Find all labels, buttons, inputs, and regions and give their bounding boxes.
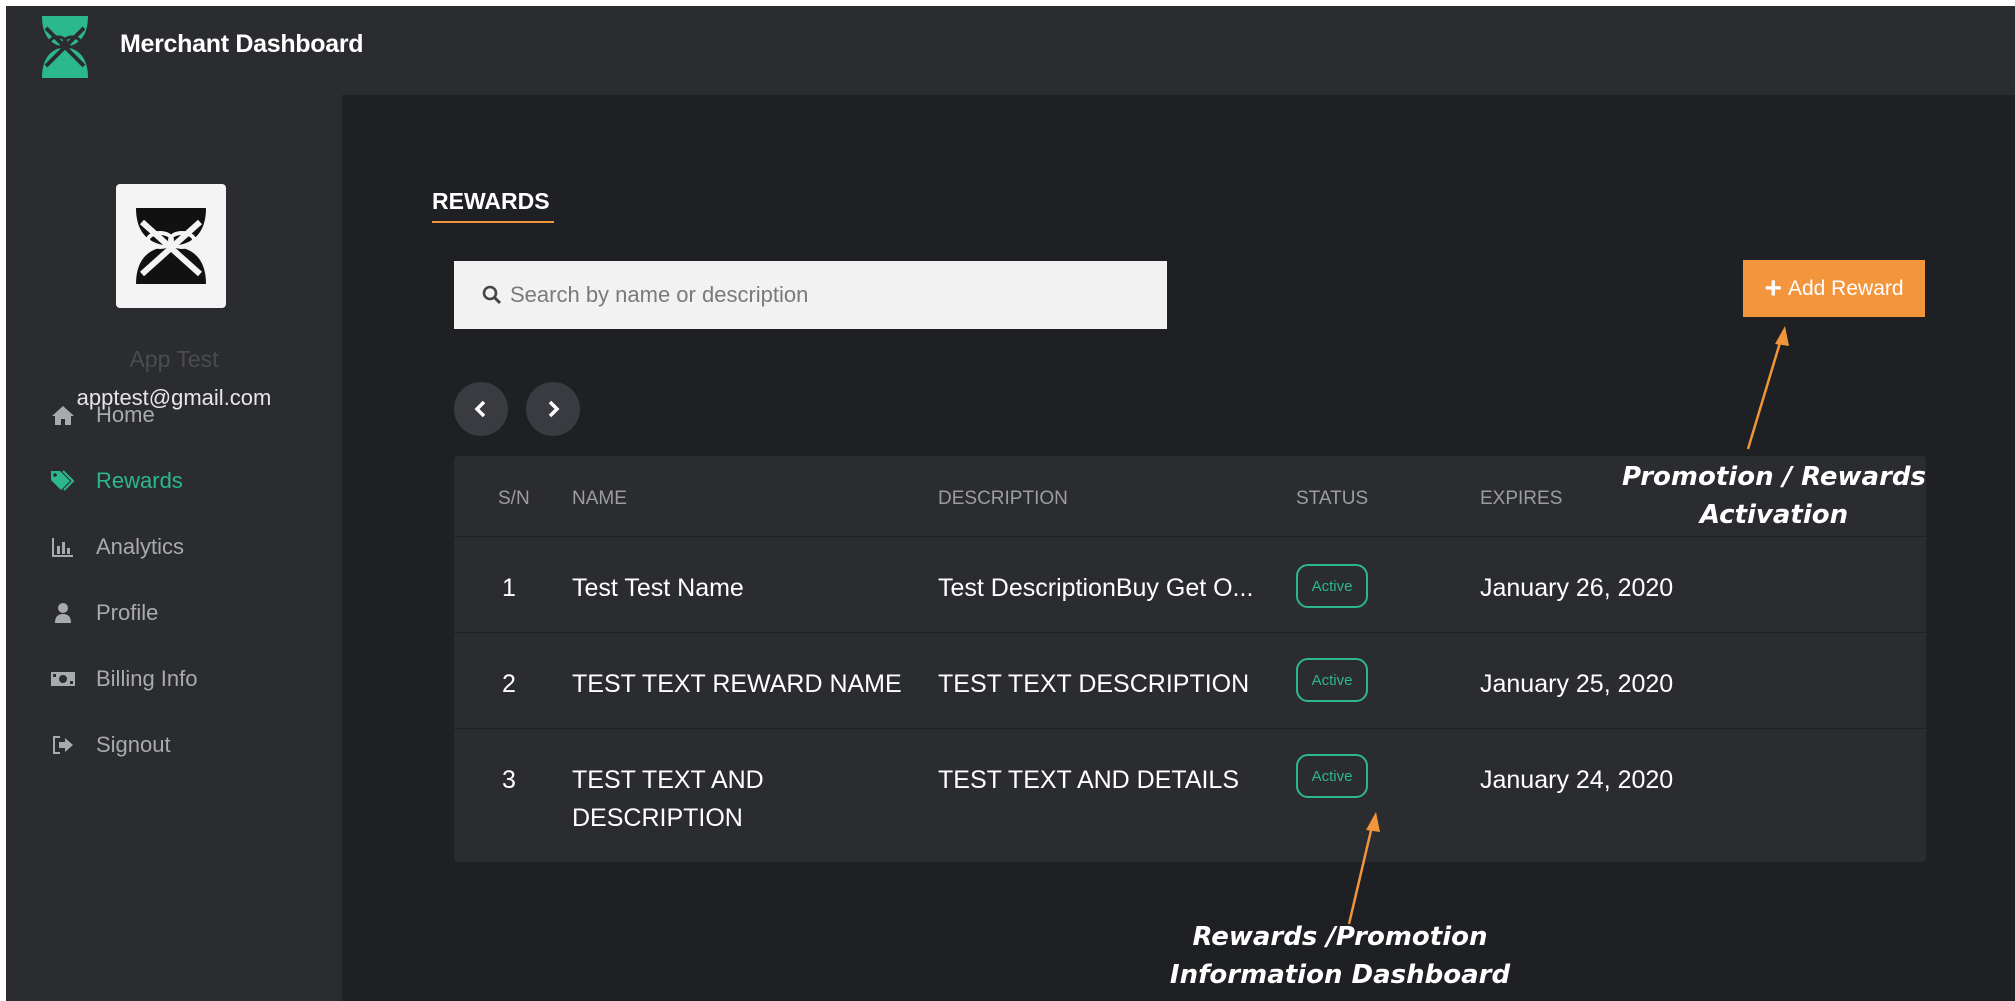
annotation-dashboard: Rewards /Promotion Information Dashboard bbox=[1150, 918, 1530, 994]
arrow-line bbox=[1347, 821, 1375, 925]
app-window: Merchant Dashboard App Test apptest@gmai… bbox=[6, 6, 2015, 1001]
annotation-line: Activation bbox=[1699, 500, 1849, 530]
annotation-line: Rewards /Promotion bbox=[1192, 922, 1488, 952]
arrow-head-icon bbox=[1366, 812, 1380, 832]
annotation-line: Promotion / Rewards bbox=[1621, 462, 1927, 492]
arrow-head-icon bbox=[1775, 326, 1789, 346]
annotation-activation: Promotion / Rewards Activation bbox=[1584, 458, 1964, 534]
annotation-line: Information Dashboard bbox=[1169, 960, 1511, 990]
arrow-line bbox=[1746, 335, 1784, 450]
